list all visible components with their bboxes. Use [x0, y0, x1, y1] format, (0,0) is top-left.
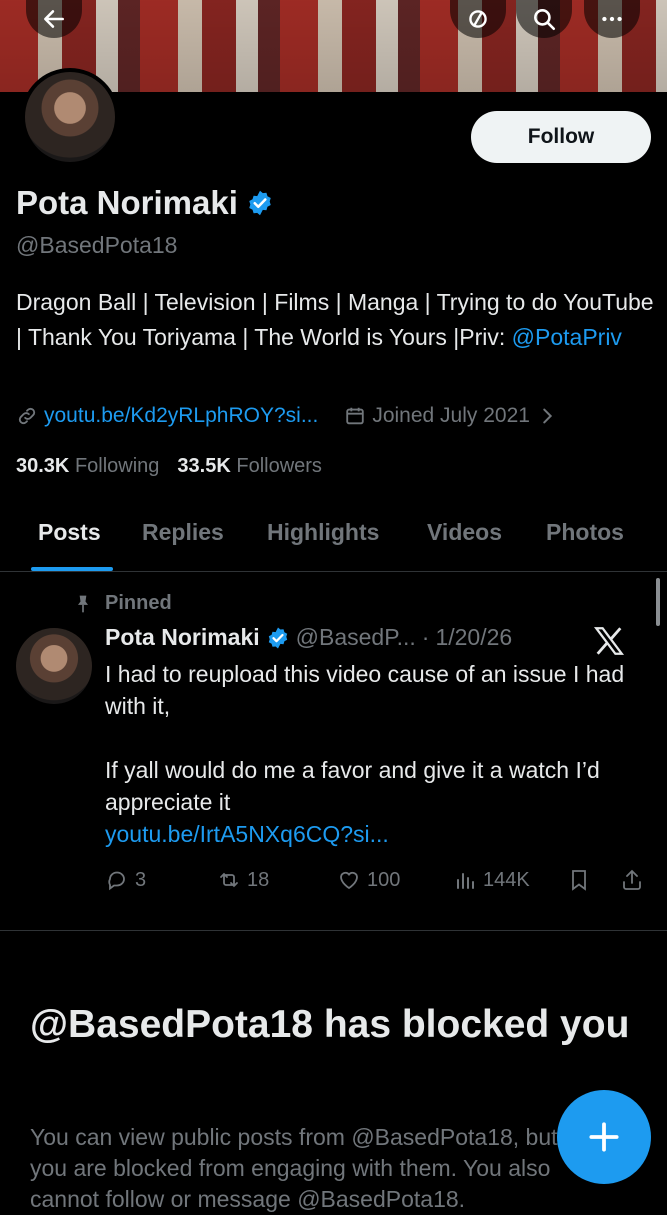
post-header: Pota Norimaki @BasedP... · 1/20/26	[105, 624, 512, 651]
reply-count: 3	[135, 868, 147, 891]
verified-icon	[268, 627, 287, 648]
repost-icon	[220, 872, 238, 888]
section-divider	[0, 930, 667, 931]
x-logo-icon	[593, 627, 625, 655]
translate-icon	[469, 10, 487, 28]
reply-button[interactable]: 3	[105, 868, 146, 892]
profile-bio: Dragon Ball | Television | Films | Manga…	[16, 285, 656, 355]
search-icon	[534, 9, 556, 31]
profile-tabs: Posts Replies Highlights Videos Photos	[0, 505, 667, 572]
followers-label: Followers	[236, 455, 322, 477]
views-button[interactable]: 144K	[453, 868, 530, 892]
tab-posts[interactable]: Posts	[38, 519, 101, 546]
link-icon	[18, 407, 36, 425]
profile-avatar[interactable]	[21, 68, 119, 166]
chevron-right-icon[interactable]	[536, 405, 558, 427]
tab-photos[interactable]: Photos	[546, 519, 624, 546]
more-icon	[602, 16, 622, 22]
share-button[interactable]	[620, 868, 644, 892]
like-button[interactable]: 100	[337, 868, 400, 892]
compose-post-button[interactable]	[557, 1090, 651, 1184]
post-author[interactable]: Pota Norimaki	[105, 624, 260, 651]
bookmark-icon	[572, 870, 586, 891]
profile-meta: youtu.be/Kd2yRLphROY?si... Joined July 2…	[16, 404, 558, 428]
avatar-photo	[25, 72, 115, 162]
blocked-title: @BasedPota18 has blocked you	[30, 1003, 630, 1046]
profile-name: Pota Norimaki	[16, 184, 274, 222]
following-stat[interactable]: 30.3K Following	[16, 455, 159, 478]
share-icon	[623, 869, 641, 890]
follow-button[interactable]: Follow	[471, 111, 651, 163]
post-avatar[interactable]	[16, 628, 92, 704]
post-text-2: If yall would do me a favor and give it …	[105, 757, 600, 815]
repost-count: 18	[247, 868, 270, 891]
pinned-text: Pinned	[105, 592, 172, 614]
reply-icon	[108, 871, 125, 891]
scrollbar[interactable]	[656, 578, 660, 626]
repost-button[interactable]: 18	[217, 868, 269, 892]
views-count: 144K	[483, 868, 530, 891]
views-icon	[457, 873, 474, 889]
tab-highlights[interactable]: Highlights	[267, 519, 379, 546]
post-actions: 3 18 100 144K	[105, 868, 650, 898]
back-arrow-icon	[44, 10, 64, 28]
verified-icon[interactable]	[246, 189, 274, 217]
pin-icon	[78, 595, 88, 612]
profile-stats: 30.3K Following 33.5K Followers	[16, 455, 322, 478]
followers-stat[interactable]: 33.5K Followers	[177, 455, 322, 478]
joined-date: Joined July 2021	[372, 404, 530, 427]
plus-icon	[589, 1122, 619, 1152]
tab-videos[interactable]: Videos	[427, 519, 502, 546]
tab-replies[interactable]: Replies	[142, 519, 224, 546]
website-link[interactable]: youtu.be/Kd2yRLphROY?si...	[44, 404, 318, 428]
calendar-icon	[346, 407, 365, 425]
bookmark-button[interactable]	[567, 868, 591, 892]
post-date[interactable]: 1/20/26	[435, 624, 512, 651]
blocked-description: You can view public posts from @BasedPot…	[30, 1124, 558, 1212]
post-body[interactable]: I had to reupload this video cause of an…	[105, 658, 645, 850]
like-icon	[340, 871, 358, 890]
bio-mention-link[interactable]: @PotaPriv	[512, 324, 622, 350]
following-label: Following	[74, 455, 160, 477]
post-link[interactable]: youtu.be/IrtA5NXq6CQ?si...	[105, 818, 645, 850]
like-count: 100	[367, 868, 401, 891]
profile-name-text: Pota Norimaki	[16, 184, 238, 221]
active-tab-indicator	[31, 567, 113, 571]
pinned-label: Pinned	[73, 592, 172, 615]
followers-count: 33.5K	[177, 455, 231, 477]
profile-handle: @BasedPota18	[16, 232, 178, 258]
following-count: 30.3K	[16, 455, 70, 477]
post-date-separator: ·	[421, 624, 430, 650]
post-handle: @BasedP...	[295, 624, 416, 650]
post-text-1: I had to reupload this video cause of an…	[105, 661, 625, 719]
